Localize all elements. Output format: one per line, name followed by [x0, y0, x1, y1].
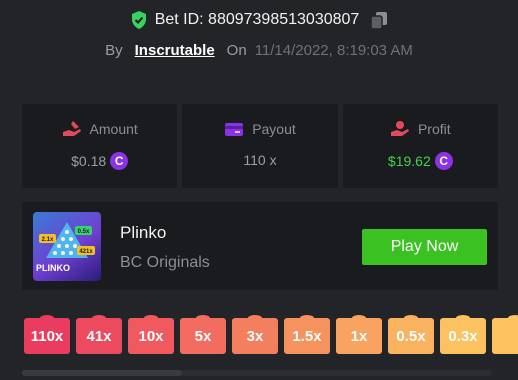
thumb-badge: 0.5x [78, 229, 90, 235]
multiplier-chip: 10x [128, 315, 174, 354]
multiplier-chip: 110x [24, 315, 70, 354]
bet-date: 11/14/2022, 8:19:03 AM [254, 42, 413, 59]
profit-label: Profit [417, 121, 451, 137]
shield-check-icon [131, 11, 146, 29]
horizontal-scrollbar[interactable] [22, 370, 492, 376]
hand-profit-icon [390, 121, 409, 136]
game-row: 2.1x 0.5x 421x PLINKO Plinko BC Original… [22, 202, 498, 290]
plinko-thumbnail[interactable]: 2.1x 0.5x 421x PLINKO [33, 212, 101, 281]
thumb-badge: 421x [79, 249, 93, 255]
on-label: On [226, 42, 247, 59]
bet-id-line: Bet ID: 88097398513030807 [0, 11, 518, 29]
author-line: By Inscrutable On 11/14/2022, 8:19:03 AM [0, 42, 518, 59]
thumb-badge: 2.1x [42, 237, 54, 243]
hand-coin-icon [62, 121, 81, 136]
multiplier-chip: 1.5x [284, 315, 330, 354]
multiplier-chip: 0.5x [388, 315, 434, 354]
by-label: By [105, 42, 123, 59]
bet-detail-panel: Bet ID: 88097398513030807 By Inscrutable… [0, 0, 518, 380]
payout-label: Payout [252, 121, 296, 137]
thumb-title: PLINKO [36, 263, 70, 273]
play-now-button[interactable]: Play Now [362, 229, 487, 265]
game-title[interactable]: Plinko [120, 223, 166, 243]
amount-label: Amount [89, 121, 138, 137]
amount-value: $0.18 [71, 153, 107, 169]
plinko-artwork: 2.1x 0.5x 421x PLINKO [36, 222, 95, 273]
copy-icon[interactable] [371, 11, 388, 29]
game-provider: BC Originals [120, 254, 210, 271]
payout-value: 110 x [243, 152, 277, 168]
stat-card-amount: Amount $0.18 C [22, 104, 178, 188]
coin-icon: C [434, 152, 453, 170]
stat-card-profit: Profit $19.62 C [342, 104, 498, 188]
profit-value: $19.62 [387, 153, 431, 169]
username-link[interactable]: Inscrutable [135, 42, 215, 59]
multiplier-chip: 41x [76, 315, 122, 354]
bet-id-text: Bet ID: 88097398513030807 [154, 11, 360, 28]
stat-card-payout: Payout 110 x [182, 104, 338, 188]
card-icon [225, 123, 244, 136]
multiplier-chip: 5x [180, 315, 226, 354]
scrollbar-thumb[interactable] [22, 370, 182, 376]
multiplier-chip: 3x [232, 315, 278, 354]
multiplier-chip [492, 315, 518, 354]
coin-icon: C [110, 152, 129, 170]
multiplier-chip: 0.3x [440, 315, 486, 354]
multiplier-chip: 1x [336, 315, 382, 354]
stats-row: Amount $0.18 C Payout 110 x Profit $19.6… [22, 104, 498, 188]
multiplier-strip: 110x 41x 10x 5x 3x 1.5x 1x 0.5x 0.3x [24, 315, 518, 354]
